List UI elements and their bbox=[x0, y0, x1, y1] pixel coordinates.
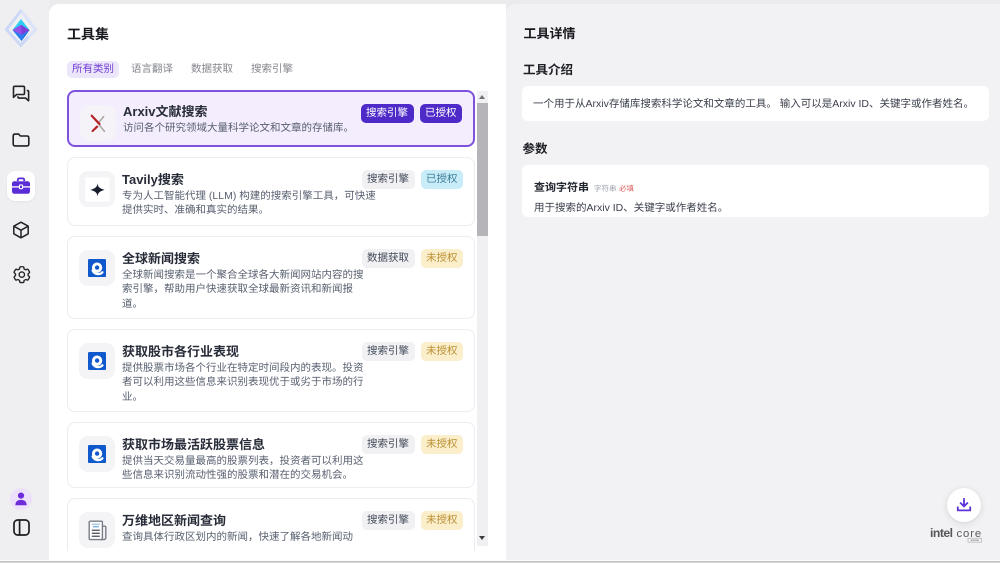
svg-text:intel: intel bbox=[930, 526, 953, 540]
